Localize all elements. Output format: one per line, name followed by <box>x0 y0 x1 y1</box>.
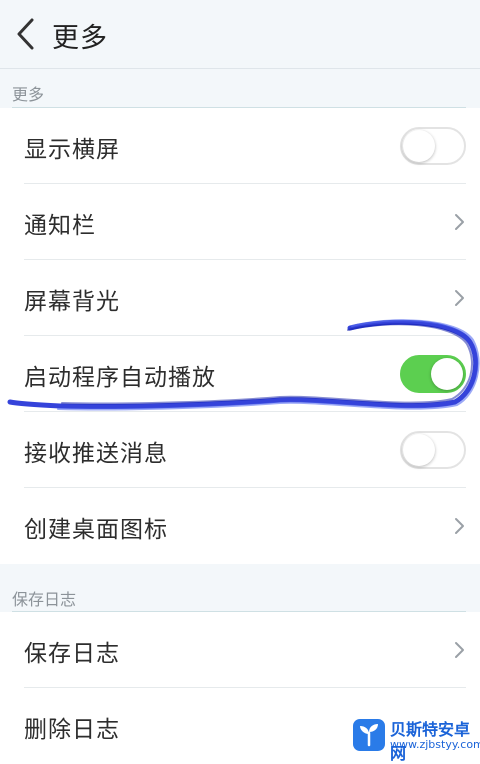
section-label: 保存日志 <box>12 590 77 609</box>
settings-row-push[interactable]: 接收推送消息 <box>0 412 480 488</box>
section-header-logs: 保存日志 <box>0 564 480 612</box>
chevron-right-icon <box>455 290 464 306</box>
autoplay-toggle[interactable] <box>400 355 466 393</box>
watermark-url: www.zjbstyy.com <box>390 738 480 751</box>
chevron-right-icon <box>455 518 464 534</box>
settings-row-landscape[interactable]: 显示横屏 <box>0 108 480 184</box>
app-header: 更多 <box>0 0 480 69</box>
settings-row-desktop-icon[interactable]: 创建桌面图标 <box>0 488 480 564</box>
section-header-more: 更多 <box>0 69 480 108</box>
row-label: 删除日志 <box>24 717 120 743</box>
toggle-knob <box>403 434 435 466</box>
settings-row-save-log[interactable]: 保存日志 <box>0 612 480 688</box>
watermark-logo: 贝斯特安卓网 www.zjbstyy.com <box>346 712 480 763</box>
chevron-right-icon <box>455 214 464 230</box>
page-title: 更多 <box>52 23 108 54</box>
row-label: 显示横屏 <box>24 137 120 163</box>
settings-row-autoplay[interactable]: 启动程序自动播放 <box>0 336 480 412</box>
row-label: 通知栏 <box>24 213 96 239</box>
toggle-knob <box>431 358 463 390</box>
settings-row-backlight[interactable]: 屏幕背光 <box>0 260 480 336</box>
row-label: 保存日志 <box>24 641 120 667</box>
row-label: 启动程序自动播放 <box>24 365 216 391</box>
chevron-left-icon[interactable] <box>8 14 48 54</box>
row-label: 创建桌面图标 <box>24 517 168 543</box>
section-label: 更多 <box>12 85 45 104</box>
row-label: 屏幕背光 <box>24 289 120 315</box>
landscape-toggle[interactable] <box>400 127 466 165</box>
sprout-icon <box>353 719 385 751</box>
chevron-right-icon <box>455 642 464 658</box>
settings-row-notification-bar[interactable]: 通知栏 <box>0 184 480 260</box>
toggle-knob <box>403 130 435 162</box>
row-label: 接收推送消息 <box>24 441 168 467</box>
push-toggle[interactable] <box>400 431 466 469</box>
